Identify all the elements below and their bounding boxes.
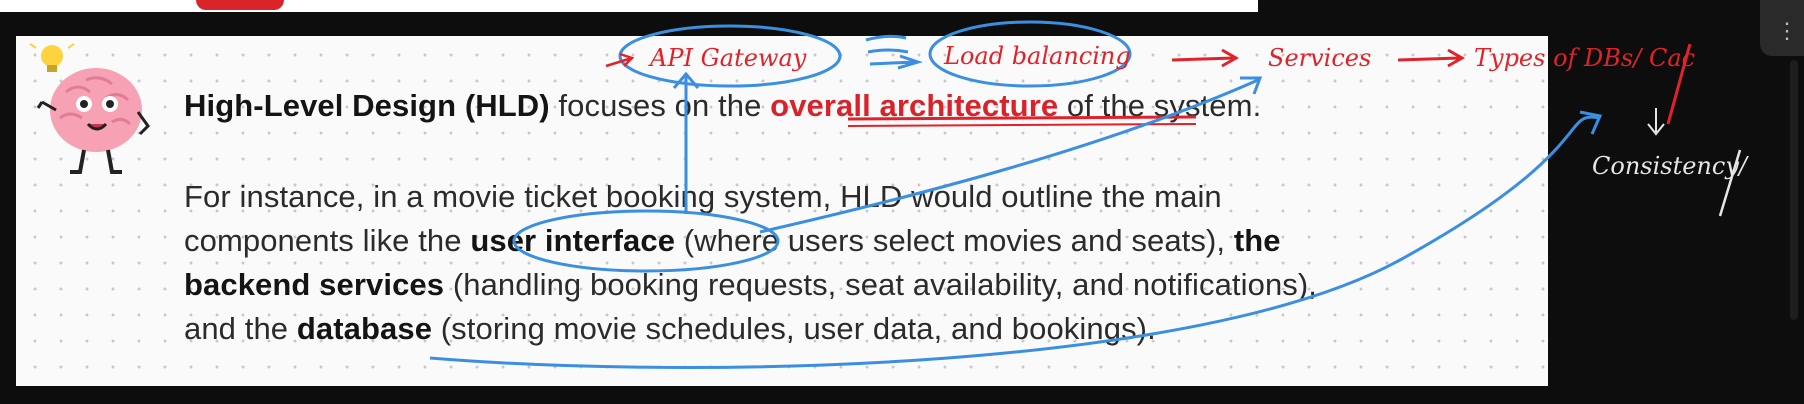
line1-text-mid: focuses on the: [549, 88, 771, 123]
line4-text: (handling booking requests, seat availab…: [444, 267, 1318, 302]
example-line-4: and the database (storing movie schedule…: [184, 311, 1156, 347]
line5-text-start: and the: [184, 311, 297, 346]
lightbulb-icon: [29, 43, 75, 72]
brain-mascot-icon: [29, 43, 150, 174]
line3-text-mid: (where users select movies and seats),: [675, 223, 1234, 258]
previous-slide-red-shape: [196, 0, 284, 10]
line2-text: For instance, in a movie ticket booking …: [184, 179, 1222, 214]
previous-slide-edge: [0, 0, 1258, 12]
backend-services-term: backend services: [184, 267, 445, 302]
overall-architecture-highlight: overall architecture: [770, 88, 1059, 123]
database-term: database: [296, 311, 433, 346]
line5-text-end: (storing movie schedules, user data, and…: [432, 311, 1156, 346]
example-line-3: backend services (handling booking reque…: [184, 267, 1317, 303]
example-line-1: For instance, in a movie ticket booking …: [184, 179, 1222, 215]
dark-margin: [1548, 0, 1804, 404]
hld-term: High-Level Design (HLD): [184, 88, 550, 123]
overlay-icon: ⋮: [1776, 18, 1798, 43]
example-line-2: components like the user interface (wher…: [184, 223, 1281, 259]
line3-text-start: components like the: [184, 223, 471, 258]
scrollbar[interactable]: [1790, 60, 1798, 320]
overlay-badge: ⋮: [1760, 0, 1804, 56]
user-interface-term: user interface: [470, 223, 676, 258]
line1-text-end: of the system.: [1058, 88, 1262, 123]
the-term: the: [1233, 223, 1281, 258]
hld-definition-line: High-Level Design (HLD) focuses on the o…: [184, 88, 1261, 124]
